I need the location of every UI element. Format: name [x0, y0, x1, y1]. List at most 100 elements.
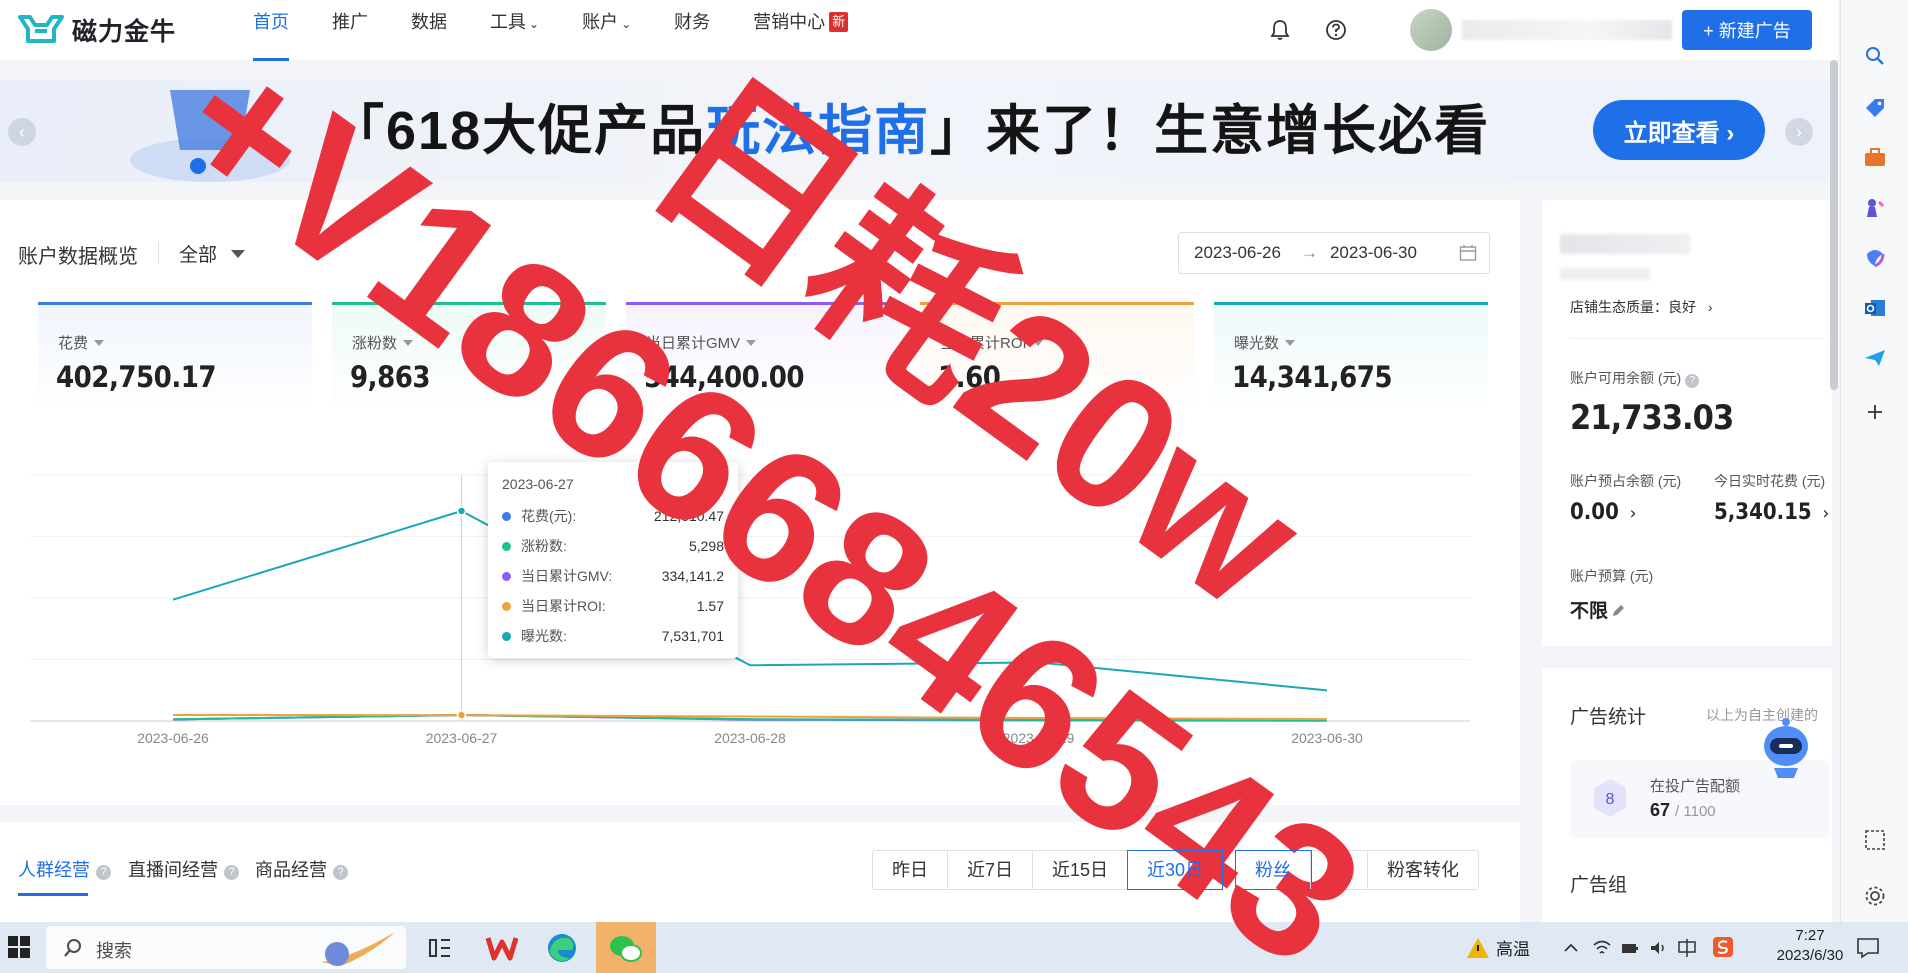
- metric-value: 402,750.17: [56, 360, 217, 394]
- copilot-icon[interactable]: [1863, 246, 1887, 270]
- help-icon[interactable]: ?: [1685, 374, 1700, 388]
- metric-color-bar: [626, 302, 900, 305]
- series-point[interactable]: [456, 710, 467, 720]
- period-option[interactable]: 昨日: [873, 851, 948, 889]
- tab-products[interactable]: 商品经营?: [255, 856, 348, 882]
- input-method-icon[interactable]: [1676, 938, 1698, 958]
- edit-icon[interactable]: [1610, 603, 1626, 619]
- windows-taskbar: 搜索 高温 7:27 2023/6/30: [0, 922, 1908, 973]
- trend-chart[interactable]: 2023-06-26 2023-06-27 2023-06-28 2023-06-29…: [0, 455, 1500, 755]
- period-option[interactable]: 近30日: [1127, 850, 1224, 890]
- caret-down-icon: [94, 340, 105, 346]
- help-icon[interactable]: [1324, 18, 1348, 42]
- nav-item-6[interactable]: 营销中心新: [753, 0, 849, 60]
- metric-color-bar: [1214, 302, 1488, 305]
- banner-cta-button[interactable]: 立即查看 ›: [1593, 100, 1765, 160]
- tooltip-row: 涨粉数: 5,298: [502, 536, 724, 556]
- outlook-icon[interactable]: [1863, 296, 1887, 320]
- help-icon[interactable]: ?: [96, 865, 111, 880]
- clock[interactable]: 7:27 2023/6/30: [1750, 926, 1870, 966]
- nav-item-3[interactable]: 工具 ⌄: [490, 0, 539, 60]
- tab-live-room[interactable]: 直播间经营?: [128, 856, 239, 882]
- metric-card[interactable]: 当日累计GMV 544,400.00: [626, 302, 900, 412]
- nav-item-2[interactable]: 数据: [411, 0, 447, 60]
- reserved-balance-value[interactable]: 0.00 ›: [1570, 500, 1636, 525]
- nav-item-4[interactable]: 账户 ⌄: [582, 0, 631, 60]
- audience-kind-option[interactable]: 粉丝: [1235, 850, 1312, 890]
- help-icon[interactable]: ?: [224, 865, 239, 880]
- caret-down-icon: [746, 340, 757, 346]
- metric-label[interactable]: 涨粉数: [352, 332, 414, 353]
- metric-card[interactable]: 曝光数 14,341,675: [1214, 302, 1488, 412]
- help-icon[interactable]: ?: [333, 865, 348, 880]
- metric-card[interactable]: 当日累计ROI 1.60: [920, 302, 1194, 412]
- banner-headline: 「618大促产品玩法指南」来了！生意增长必看: [330, 98, 1490, 164]
- new-ad-button[interactable]: + 新建广告: [1682, 10, 1812, 50]
- page-scrollbar[interactable]: [1830, 60, 1838, 390]
- period-option[interactable]: 近15日: [1033, 851, 1129, 889]
- wechat-app[interactable]: [596, 922, 656, 973]
- audience-kind-option[interactable]: 粉客转化: [1368, 851, 1478, 889]
- assistant-robot-icon[interactable]: [1754, 710, 1818, 782]
- windows-start-icon[interactable]: [8, 936, 30, 958]
- gear-icon[interactable]: [1863, 884, 1887, 908]
- network-icon[interactable]: [1592, 938, 1612, 958]
- logo[interactable]: 磁力金牛: [18, 12, 253, 48]
- sogou-ime-icon[interactable]: [1712, 936, 1734, 958]
- metric-card[interactable]: 涨粉数 9,863: [332, 302, 606, 412]
- metric-label[interactable]: 当日累计ROI: [940, 332, 1043, 353]
- search-icon[interactable]: [1863, 44, 1887, 68]
- caret-down-icon: [231, 250, 246, 258]
- available-balance-value: 21,733.03: [1570, 398, 1734, 438]
- chevron-up-icon[interactable]: [1562, 939, 1580, 957]
- weather-status[interactable]: 高温: [1496, 922, 1530, 973]
- volume-icon[interactable]: [1648, 938, 1668, 958]
- tab-audience[interactable]: 人群经营?: [18, 856, 111, 882]
- available-balance-label: 账户可用余额 (元)?: [1570, 368, 1700, 388]
- nav-item-1[interactable]: 推广: [332, 0, 368, 60]
- brand-name: 磁力金牛: [72, 18, 177, 46]
- period-option[interactable]: 近7日: [948, 851, 1034, 889]
- series-line[interactable]: [172, 509, 1328, 692]
- tooltip-series-name: 曝光数:: [521, 628, 567, 644]
- metric-label[interactable]: 当日累计GMV: [646, 332, 757, 353]
- metric-label[interactable]: 曝光数: [1234, 332, 1296, 353]
- briefcase-icon[interactable]: [1863, 146, 1887, 170]
- banner-prev-icon[interactable]: ‹: [8, 118, 36, 146]
- user-menu[interactable]: [1410, 9, 1672, 51]
- nav-item-5[interactable]: 财务: [674, 0, 710, 60]
- taskbar-search[interactable]: 搜索: [46, 926, 406, 969]
- add-icon[interactable]: [1863, 400, 1887, 424]
- tooltip-series-name: 当日累计GMV:: [521, 568, 613, 584]
- series-point[interactable]: [456, 506, 467, 516]
- banner-text-prefix: 「618大促产品: [330, 101, 707, 161]
- tab-label: 直播间经营: [128, 860, 218, 880]
- today-spend-value[interactable]: 5,340.15 ›: [1714, 500, 1829, 525]
- send-icon[interactable]: [1863, 346, 1887, 370]
- tab-label: 商品经营: [255, 860, 327, 880]
- screenshot-icon[interactable]: [1863, 828, 1887, 852]
- tooltip-series-name: 涨粉数:: [521, 538, 567, 554]
- date-range-picker[interactable]: 2023-06-26 → 2023-06-30: [1178, 232, 1490, 274]
- nav-item-0[interactable]: 首页: [253, 0, 289, 61]
- task-view-icon[interactable]: [420, 928, 460, 968]
- bell-icon[interactable]: [1268, 18, 1292, 42]
- bull-logo-icon: [18, 15, 64, 43]
- battery-icon[interactable]: [1620, 938, 1640, 958]
- wps-office-icon[interactable]: [482, 928, 522, 968]
- promo-banner[interactable]: 「618大促产品玩法指南」来了！生意增长必看 立即查看 › ‹ ›: [0, 80, 1838, 182]
- shop-quality-link[interactable]: 店铺生态质量：良好 ›: [1570, 297, 1713, 317]
- notification-icon[interactable]: [1856, 937, 1880, 959]
- audience-kind-option[interactable]: 客: [1311, 851, 1368, 889]
- quota-value: 67 / 1100: [1650, 800, 1716, 821]
- tag-icon[interactable]: [1863, 96, 1887, 120]
- edge-browser-icon[interactable]: [542, 928, 582, 968]
- legend-dot: [502, 541, 511, 551]
- metric-card[interactable]: 花费 402,750.17: [38, 302, 312, 412]
- nav-label: 工具: [490, 12, 526, 32]
- budget-value[interactable]: 不限: [1570, 596, 1626, 623]
- banner-next-icon[interactable]: ›: [1785, 118, 1813, 146]
- metric-label[interactable]: 花费: [58, 332, 105, 353]
- scope-select[interactable]: 全部: [179, 240, 246, 267]
- chess-icon[interactable]: [1863, 196, 1887, 220]
